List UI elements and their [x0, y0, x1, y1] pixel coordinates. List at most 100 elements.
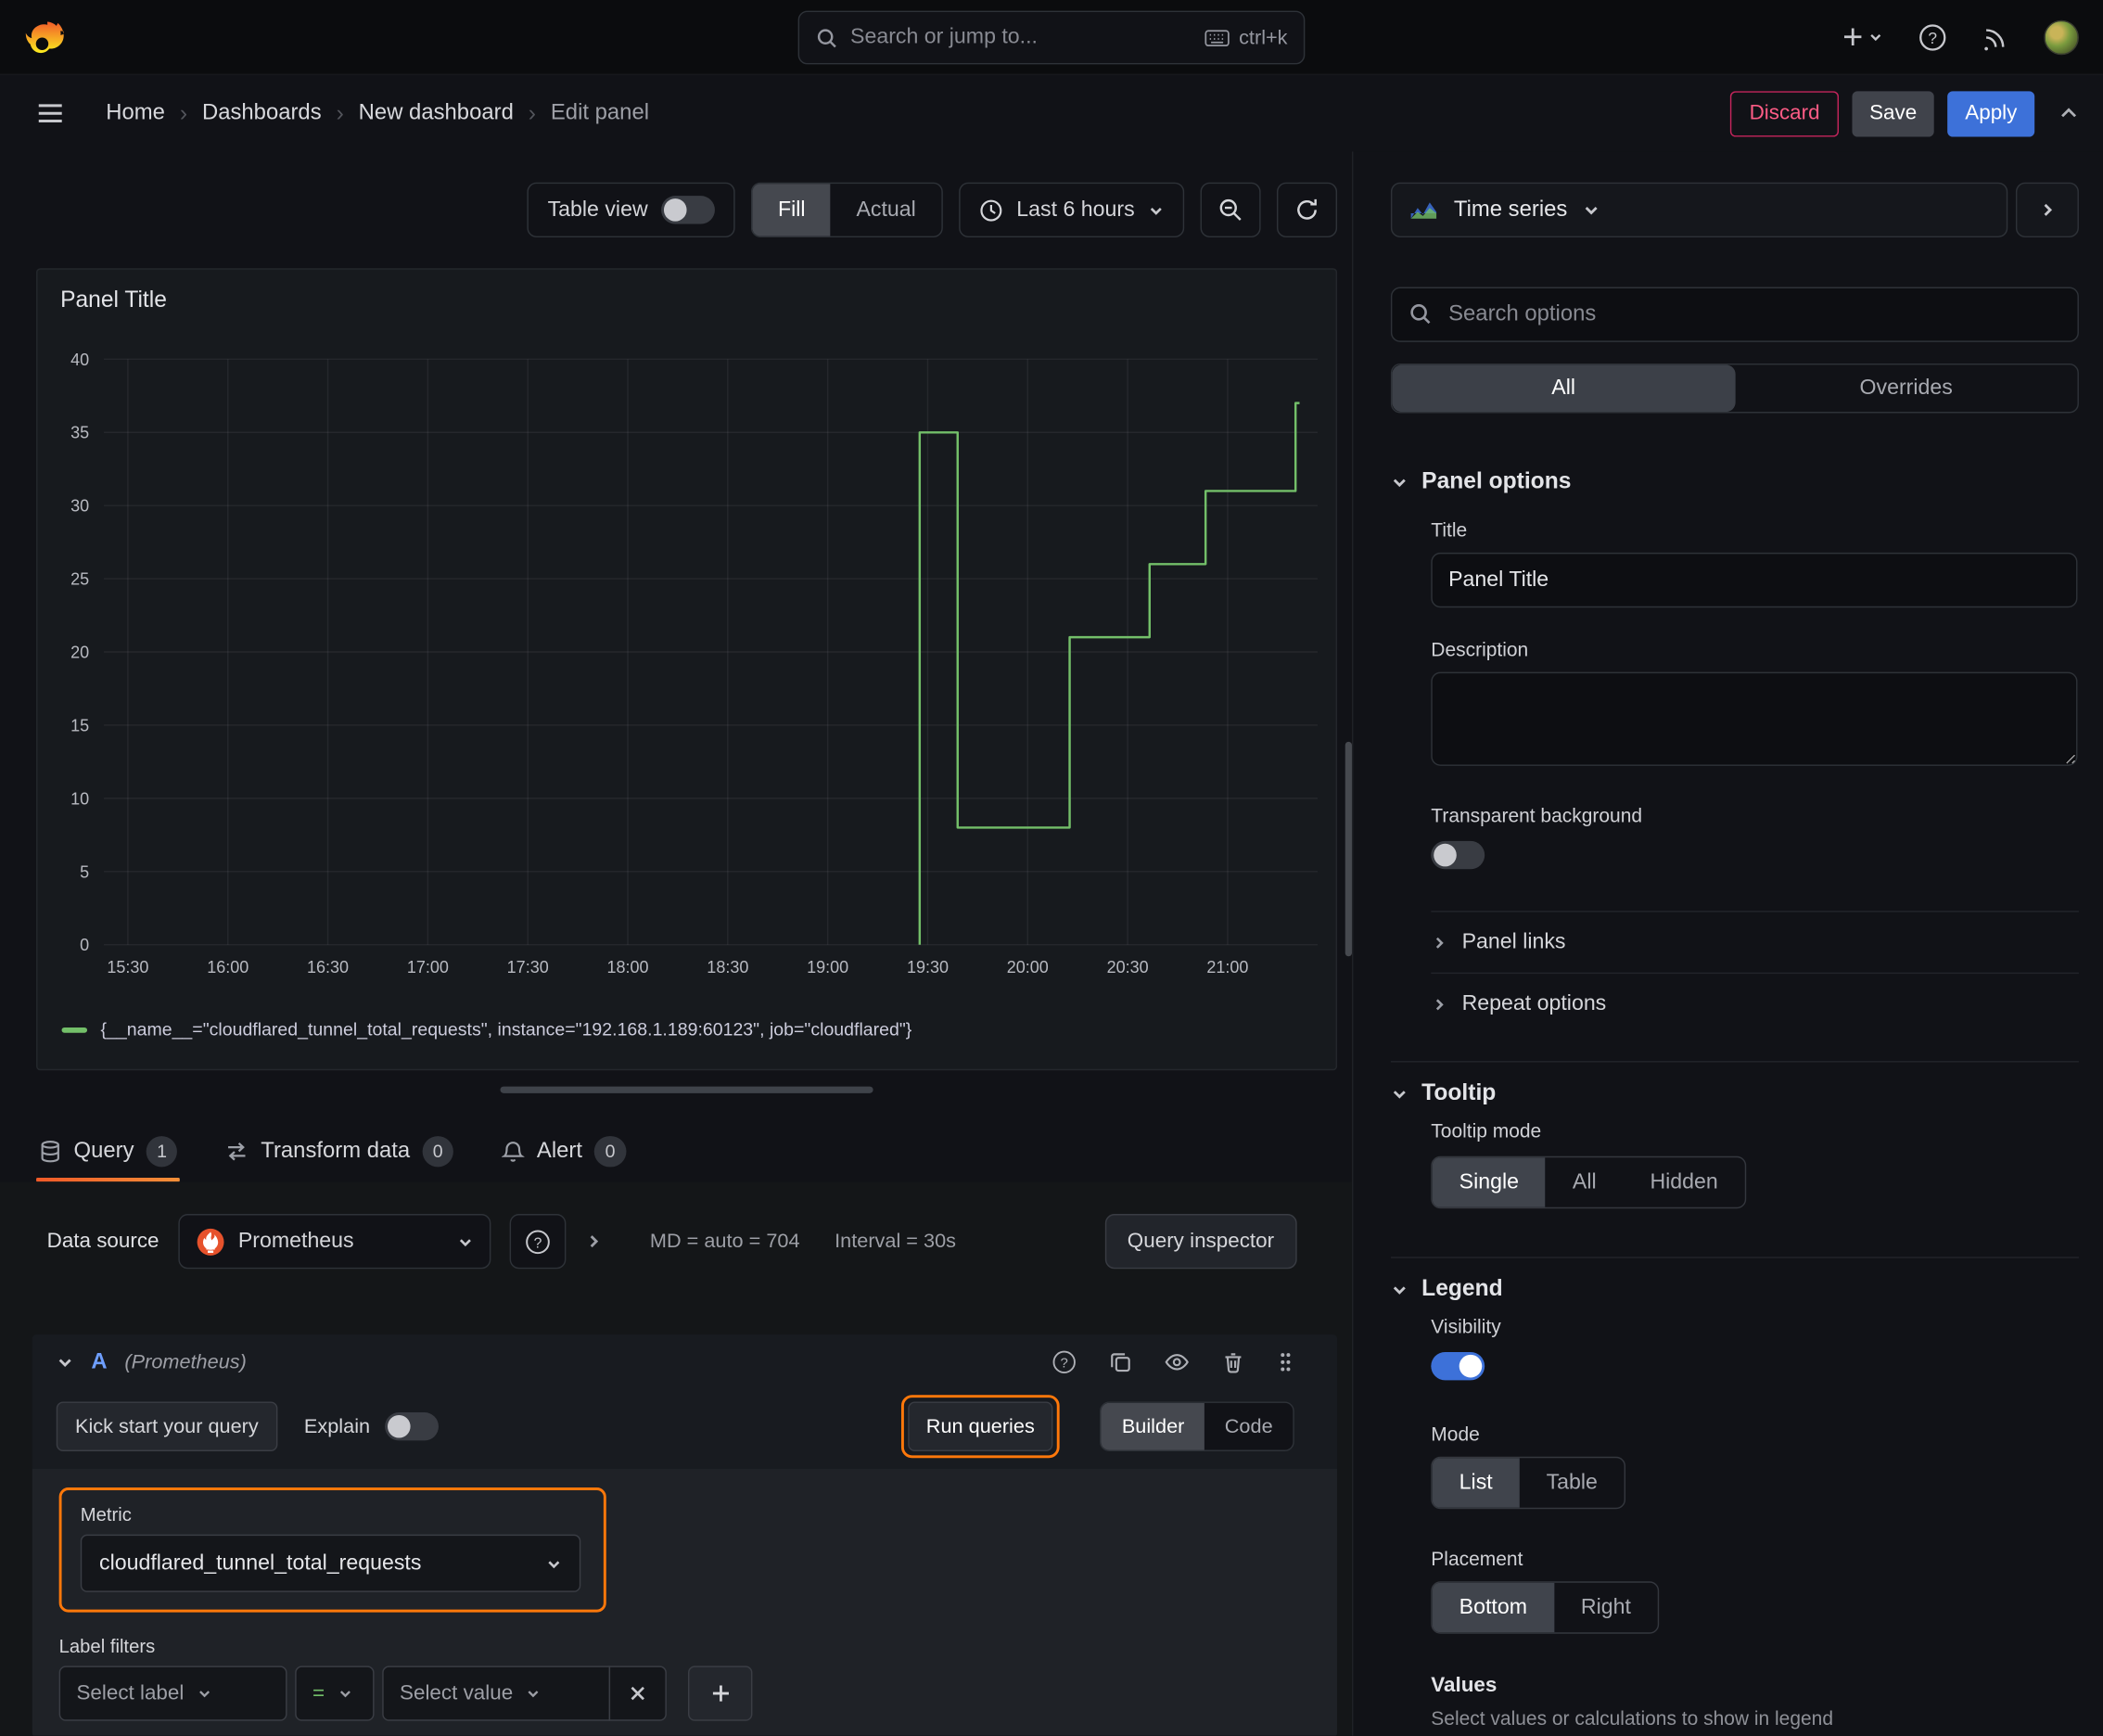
- panel-resize-handle[interactable]: [500, 1086, 873, 1093]
- transparent-background-label: Transparent background: [1431, 806, 1643, 828]
- title-field-label: Title: [1431, 520, 1468, 542]
- legend-header[interactable]: Legend: [1391, 1269, 2079, 1308]
- select-label-dropdown[interactable]: Select label: [58, 1666, 287, 1721]
- grafana-logo-icon[interactable]: [24, 16, 66, 57]
- svg-text:?: ?: [1928, 28, 1937, 46]
- data-source-help-button[interactable]: ?: [509, 1213, 566, 1270]
- drag-handle-icon[interactable]: [1277, 1351, 1294, 1374]
- filter-overrides-tab[interactable]: Overrides: [1735, 364, 2078, 412]
- transparent-background-toggle[interactable]: [1431, 840, 1485, 870]
- code-mode-option[interactable]: Code: [1204, 1403, 1293, 1450]
- keyboard-icon: [1204, 29, 1230, 46]
- data-source-picker[interactable]: Prometheus: [177, 1213, 491, 1270]
- section-panel-options: Panel options Title Description Transpar…: [1391, 462, 2079, 1035]
- news-button[interactable]: [1982, 23, 2009, 50]
- avatar[interactable]: [2044, 19, 2079, 55]
- legend-placement-label: Placement: [1431, 1549, 1523, 1571]
- svg-text:10: 10: [70, 789, 89, 808]
- panel-title-input[interactable]: [1431, 552, 2078, 608]
- global-search[interactable]: ctrl+k: [797, 10, 1306, 65]
- chart-legend[interactable]: {__name__="cloudflared_tunnel_total_requ…: [61, 1019, 911, 1040]
- tab-alert[interactable]: Alert 0: [499, 1120, 629, 1182]
- tooltip-header[interactable]: Tooltip: [1391, 1073, 2079, 1113]
- search-input[interactable]: [850, 25, 1192, 50]
- breadcrumb-edit-panel: Edit panel: [550, 100, 650, 125]
- scrollbar[interactable]: [1345, 741, 1352, 957]
- search-icon: [1408, 301, 1433, 326]
- chevron-down-icon: [1391, 473, 1408, 491]
- zoom-out-button[interactable]: [1200, 182, 1261, 238]
- delete-query-icon[interactable]: [1222, 1351, 1245, 1374]
- metric-label: Metric: [80, 1503, 132, 1525]
- help-button[interactable]: ?: [1918, 22, 1947, 52]
- explain-toggle[interactable]: [385, 1412, 439, 1441]
- panel-preview[interactable]: Panel Title 0 5 10 15 20 25 30 35 40 15:30 16:00 16…: [36, 268, 1338, 1071]
- select-value-dropdown[interactable]: Select value: [382, 1666, 611, 1721]
- remove-filter-button[interactable]: [608, 1666, 667, 1721]
- repeat-options-row[interactable]: Repeat options: [1431, 972, 2079, 1035]
- header-actions: Discard Save Apply: [1730, 90, 2079, 136]
- time-range-picker[interactable]: Last 6 hours: [959, 182, 1185, 238]
- description-textarea[interactable]: [1431, 671, 2078, 766]
- options-expand-chevron[interactable]: [584, 1232, 602, 1250]
- breadcrumb-dashboards[interactable]: Dashboards: [202, 100, 322, 125]
- operator-value: =: [312, 1681, 325, 1704]
- chevron-down-icon: [1391, 1281, 1408, 1298]
- fit-actual-option[interactable]: Actual: [831, 184, 941, 236]
- kick-start-button[interactable]: Kick start your query: [56, 1401, 277, 1452]
- apply-button[interactable]: Apply: [1947, 90, 2035, 136]
- add-filter-button[interactable]: [688, 1666, 753, 1721]
- svg-text:35: 35: [70, 424, 89, 442]
- tab-transform[interactable]: Transform data 0: [223, 1120, 456, 1182]
- legend-placement-bottom[interactable]: Bottom: [1432, 1582, 1554, 1633]
- toggle-viz-suggestions-button[interactable]: [2015, 182, 2079, 238]
- breadcrumb-new-dashboard[interactable]: New dashboard: [359, 100, 514, 125]
- options-filter-tabs: All Overrides: [1390, 363, 2079, 414]
- legend-placement-right[interactable]: Right: [1554, 1583, 1658, 1633]
- legend-mode-table[interactable]: Table: [1520, 1458, 1625, 1508]
- breadcrumb-home[interactable]: Home: [106, 100, 165, 125]
- chevron-down-icon: [198, 1686, 212, 1701]
- clock-icon: [979, 198, 1003, 222]
- run-queries-button[interactable]: Run queries: [907, 1401, 1054, 1452]
- search-shortcut: ctrl+k: [1204, 26, 1288, 49]
- panel-options-header[interactable]: Panel options: [1391, 462, 2079, 502]
- tab-query-label: Query: [73, 1138, 134, 1163]
- save-button[interactable]: Save: [1852, 90, 1935, 136]
- options-search-input[interactable]: [1390, 287, 2079, 342]
- duplicate-query-icon[interactable]: [1109, 1351, 1132, 1374]
- tooltip-mode-hidden[interactable]: Hidden: [1624, 1157, 1745, 1207]
- discard-button[interactable]: Discard: [1730, 90, 1839, 136]
- preview-toolbar: Table view Fill Actual Last 6 hours: [527, 182, 1338, 238]
- collapse-header-button[interactable]: [2058, 103, 2079, 123]
- new-menu-button[interactable]: [1842, 25, 1883, 48]
- tab-query[interactable]: Query 1: [36, 1120, 182, 1182]
- tab-query-count: 1: [146, 1135, 178, 1167]
- zoom-out-icon: [1219, 198, 1242, 221]
- chevron-up-icon: [2061, 108, 2077, 118]
- legend-visibility-toggle[interactable]: [1431, 1351, 1485, 1381]
- panel-links-row[interactable]: Panel links: [1431, 911, 2079, 973]
- metric-select[interactable]: cloudflared_tunnel_total_requests: [80, 1534, 581, 1592]
- visualization-picker[interactable]: Time series: [1390, 182, 2008, 238]
- refresh-button[interactable]: [1276, 182, 1338, 238]
- tooltip-mode-all[interactable]: All: [1546, 1157, 1624, 1207]
- description-field-label: Description: [1431, 639, 1529, 662]
- query-ref-id[interactable]: A: [91, 1349, 107, 1374]
- filter-all-tab[interactable]: All: [1392, 364, 1735, 413]
- builder-mode-option[interactable]: Builder: [1102, 1402, 1205, 1450]
- editor-mode-group: Builder Code: [1100, 1401, 1294, 1452]
- tooltip-mode-single[interactable]: Single: [1432, 1157, 1546, 1207]
- max-data-points-stat: MD = auto = 704: [649, 1230, 800, 1253]
- menu-toggle[interactable]: [35, 98, 66, 129]
- plus-icon: [1843, 28, 1862, 45]
- fit-fill-option[interactable]: Fill: [752, 184, 831, 236]
- operator-dropdown[interactable]: =: [295, 1666, 375, 1721]
- query-inspector-button[interactable]: Query inspector: [1104, 1213, 1297, 1270]
- legend-mode-list[interactable]: List: [1432, 1458, 1520, 1508]
- query-row-header[interactable]: A (Prometheus) ?: [32, 1334, 1337, 1389]
- table-view-toggle[interactable]: [661, 196, 715, 224]
- hide-query-icon[interactable]: [1164, 1349, 1189, 1374]
- collapse-query-chevron[interactable]: [57, 1353, 74, 1371]
- query-help-icon[interactable]: ?: [1052, 1349, 1077, 1374]
